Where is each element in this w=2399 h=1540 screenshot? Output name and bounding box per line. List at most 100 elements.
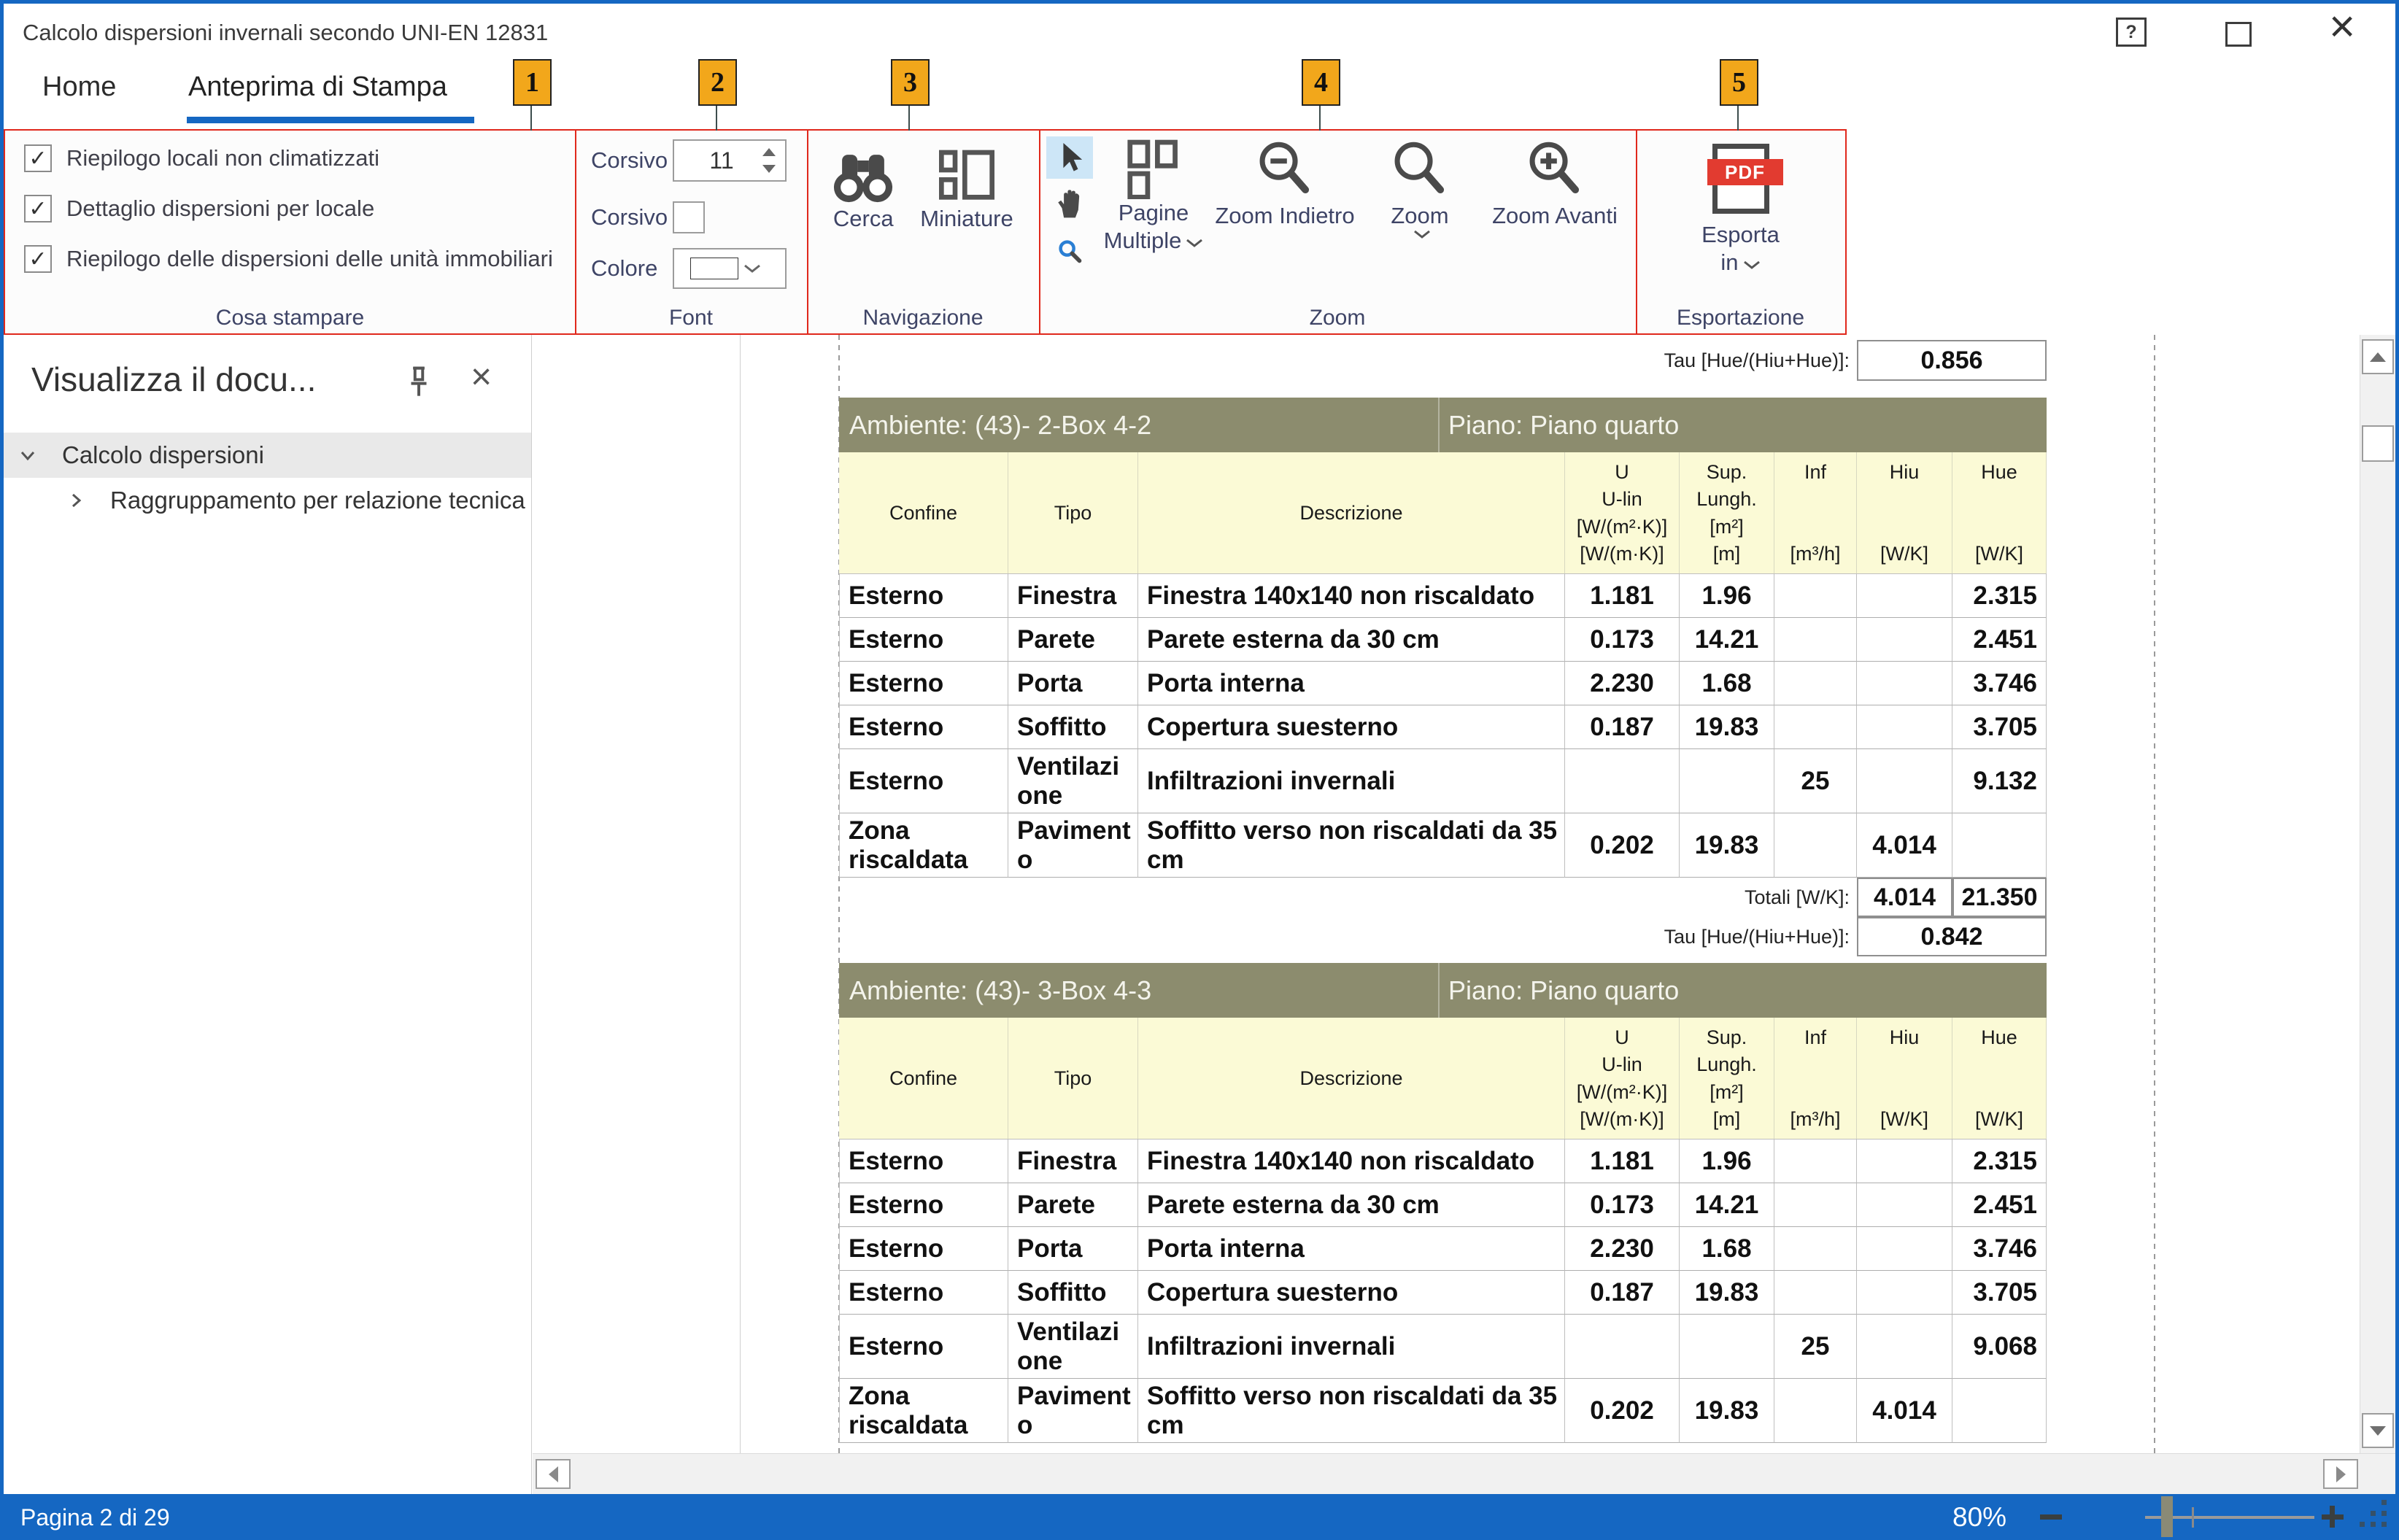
callout-line-1 <box>530 103 532 131</box>
help-button[interactable]: ? <box>2116 18 2147 47</box>
table-cell: 9.068 <box>1952 1315 2047 1379</box>
scroll-right-button[interactable] <box>2323 1459 2358 1489</box>
scroll-left-button[interactable] <box>536 1459 571 1489</box>
column-header-row: ConfineTipoDescrizioneUU-lin[W/(m²·K)][W… <box>839 452 2047 574</box>
column-header-line: Lungh. <box>1696 487 1757 511</box>
table-cell: Zona riscaldata <box>839 813 1008 878</box>
table-cell: Finestra <box>1008 1139 1138 1183</box>
table-cell <box>1680 1315 1774 1379</box>
tree-item[interactable]: Calcolo dispersioni <box>4 433 531 478</box>
esporta-in-button[interactable]: PDF Esporta in <box>1701 144 1780 333</box>
italic-checkbox[interactable] <box>673 201 705 233</box>
panel-close-icon[interactable]: × <box>471 355 492 398</box>
zoom-out-button[interactable] <box>2040 1514 2062 1520</box>
panel-title: Visualizza il docu... <box>31 360 316 399</box>
zoom-in-button-bar[interactable] <box>2330 1506 2335 1528</box>
close-button[interactable]: × <box>2329 4 2355 50</box>
callout-badge-1: 1 <box>513 59 552 106</box>
column-header-cell: Hue[W/K] <box>1952 1018 2047 1139</box>
chevron-down-icon[interactable] <box>17 444 39 466</box>
print-preview-pane[interactable]: Tau [Hue/(Hiu+Hue)]: 0.856 Ambiente: (43… <box>533 335 2360 1453</box>
table-cell: Copertura suesterno <box>1138 1271 1565 1315</box>
totali-hue-value: 21.350 <box>1952 878 2047 917</box>
checkbox[interactable]: ✓ <box>24 144 52 172</box>
triangle-left-icon <box>549 1466 558 1482</box>
maximize-button[interactable] <box>2225 22 2252 47</box>
title-bar: Calcolo dispersioni invernali secondo UN… <box>4 4 2395 66</box>
zoom-slider-thumb[interactable] <box>2161 1496 2173 1537</box>
group-cosa-stampare: ✓Riepilogo locali non climatizzati✓Detta… <box>5 131 575 333</box>
column-header-line: [W/(m·K)] <box>1580 1107 1664 1131</box>
page-edge <box>740 335 741 1453</box>
chevron-right-icon[interactable] <box>65 490 87 511</box>
column-header-line: Sup. <box>1707 460 1747 484</box>
table-cell <box>1857 574 1952 618</box>
column-header-line: [W/K] <box>1975 1107 2023 1131</box>
zoom-avanti-button[interactable]: Zoom Avanti <box>1478 136 1631 333</box>
spin-up-icon[interactable] <box>762 148 776 156</box>
window-border-right <box>2395 0 2399 1540</box>
table-cell: Finestra 140x140 non riscaldato <box>1138 1139 1565 1183</box>
table-row: EsternoSoffittoCopertura suesterno0.1871… <box>839 1271 2047 1315</box>
page-indicator: Pagina 2 di 29 <box>20 1504 170 1531</box>
table-cell: 19.83 <box>1680 705 1774 749</box>
table-cell: Zona riscaldata <box>839 1379 1008 1443</box>
column-header-cell: Inf[m³/h] <box>1774 1018 1857 1139</box>
table-cell: Finestra <box>1008 574 1138 618</box>
column-header-cell: Hue[W/K] <box>1952 452 2047 573</box>
group-zoom: Pagine Multiple Zoom Indietro Zoom <box>1039 131 1636 333</box>
column-header-line: Tipo <box>1054 500 1092 525</box>
zoom-indietro-button[interactable]: Zoom Indietro <box>1208 136 1361 333</box>
cursor-icon <box>1055 141 1084 174</box>
table-cell: 3.705 <box>1952 1271 2047 1315</box>
table-cell: Infiltrazioni invernali <box>1138 749 1565 813</box>
zoom-region-tool-button[interactable] <box>1046 230 1093 272</box>
table-cell: 4.014 <box>1857 813 1952 878</box>
tab-anteprima-di-stampa[interactable]: Anteprima di Stampa <box>188 71 447 103</box>
table-cell: 0.187 <box>1565 1271 1680 1315</box>
pan-tool-button[interactable] <box>1046 183 1093 225</box>
checkbox[interactable]: ✓ <box>24 195 52 223</box>
vertical-scrollbar[interactable] <box>2360 335 2395 1453</box>
color-picker[interactable] <box>673 248 787 289</box>
table-cell: 19.83 <box>1680 1271 1774 1315</box>
tau-carryover-row: Tau [Hue/(Hiu+Hue)]: 0.856 <box>533 340 2047 381</box>
table-cell: 1.181 <box>1565 1139 1680 1183</box>
table-cell: Porta interna <box>1138 662 1565 705</box>
vertical-scroll-thumb[interactable] <box>2362 425 2394 462</box>
table-cell: 1.68 <box>1680 1227 1774 1271</box>
table-cell: 3.705 <box>1952 705 2047 749</box>
pagine-multiple-button[interactable]: Pagine Multiple <box>1106 136 1201 333</box>
select-tool-button[interactable] <box>1046 136 1093 179</box>
column-header-cell: Tipo <box>1008 1018 1138 1139</box>
table-cell: 25 <box>1774 1315 1857 1379</box>
horizontal-scrollbar[interactable] <box>533 1453 2399 1494</box>
checkbox[interactable]: ✓ <box>24 245 52 273</box>
callout-line-4 <box>1319 103 1321 131</box>
table-cell <box>1774 574 1857 618</box>
color-swatch <box>690 258 738 279</box>
group-label: Esportazione <box>1636 306 1845 330</box>
group-navigazione: Cerca Miniature Navigazione <box>807 131 1039 333</box>
callout-line-2 <box>716 103 717 131</box>
scroll-up-button[interactable] <box>2362 339 2394 374</box>
pin-icon[interactable] <box>403 364 434 399</box>
column-header-line: Inf <box>1804 460 1826 484</box>
table-cell <box>1952 1379 2047 1443</box>
chevron-down-icon <box>1413 230 1431 239</box>
table-cell: 0.187 <box>1565 705 1680 749</box>
status-bar: Pagina 2 di 29 80% <box>0 1494 2399 1540</box>
tree-item[interactable]: Raggruppamento per relazione tecnica <box>4 478 531 523</box>
table-cell <box>1774 705 1857 749</box>
group-esportazione: PDF Esporta in Esportazione <box>1636 131 1845 333</box>
font-size-spinner[interactable]: 11 <box>673 139 787 182</box>
tab-home[interactable]: Home <box>42 71 116 103</box>
table-cell: Soffitto <box>1008 705 1138 749</box>
spin-down-icon[interactable] <box>762 165 776 173</box>
table-cell: 2.315 <box>1952 574 2047 618</box>
pdf-icon: PDF <box>1712 144 1769 214</box>
zoom-button[interactable]: Zoom <box>1369 136 1471 333</box>
scroll-down-button[interactable] <box>2362 1413 2394 1448</box>
table-cell: Ventilazione <box>1008 749 1138 813</box>
ambiente-table: Ambiente: (43)- 2-Box 4-2Piano: Piano qu… <box>839 398 2047 878</box>
